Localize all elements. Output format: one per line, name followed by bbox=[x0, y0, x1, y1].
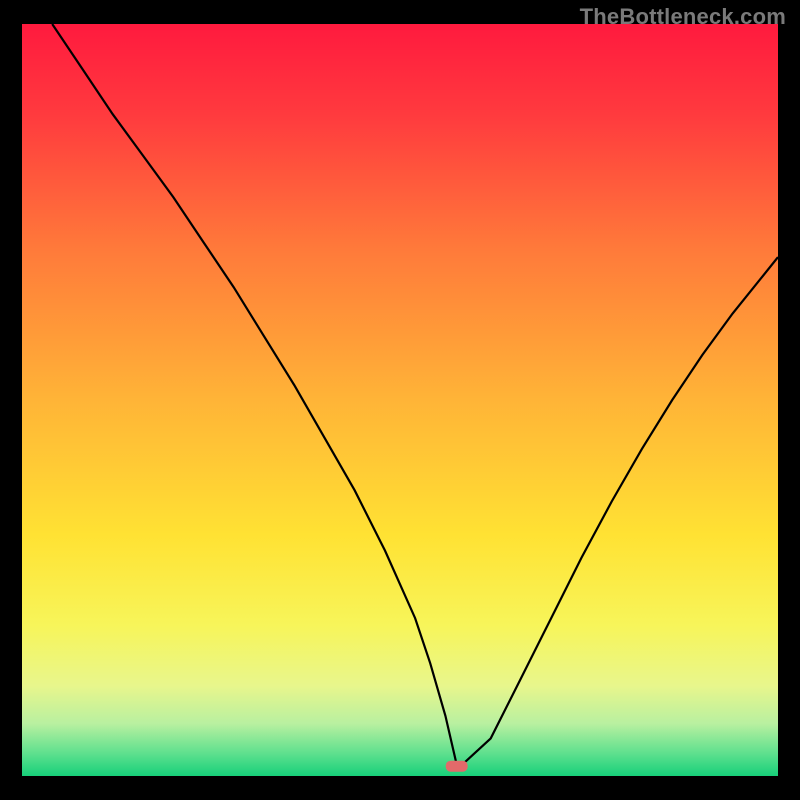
plot-area bbox=[22, 24, 778, 776]
watermark-text: TheBottleneck.com bbox=[580, 4, 786, 30]
gradient-background bbox=[22, 24, 778, 776]
chart-frame: TheBottleneck.com bbox=[0, 0, 800, 800]
chart-svg bbox=[22, 24, 778, 776]
optimal-marker bbox=[446, 761, 468, 772]
